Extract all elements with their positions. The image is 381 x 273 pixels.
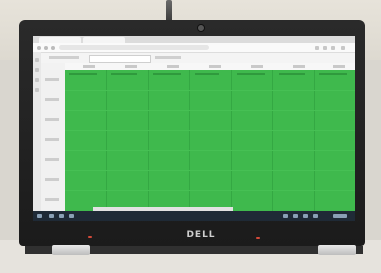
event-block — [69, 73, 97, 75]
clock — [333, 214, 347, 218]
event-block — [111, 73, 137, 75]
forward-icon — [44, 46, 48, 50]
day-label — [293, 65, 305, 68]
laptop-screen — [33, 36, 355, 221]
day-label — [333, 65, 345, 68]
hinge-left — [52, 245, 90, 255]
back-icon — [37, 46, 41, 50]
event-block — [153, 73, 181, 75]
indicator-light — [256, 237, 260, 239]
menu-icon — [341, 46, 345, 50]
day-header-row — [65, 63, 355, 70]
row-divider — [65, 150, 355, 151]
hinge-right — [318, 245, 356, 255]
browser-tab-strip — [33, 36, 355, 43]
time-label — [45, 198, 59, 201]
time-label — [45, 118, 59, 121]
sidebar-icon — [35, 88, 39, 92]
tray-icon — [293, 214, 298, 218]
event-block — [319, 73, 347, 75]
url-field — [59, 45, 209, 50]
taskbar-icon — [59, 214, 64, 218]
row-divider — [65, 190, 355, 191]
brand-logo: DELL — [186, 230, 216, 240]
address-bar — [33, 43, 355, 53]
sidebar-icon — [35, 78, 39, 82]
day-label — [251, 65, 263, 68]
day-label — [167, 65, 179, 68]
event-block — [279, 73, 305, 75]
row-divider — [65, 90, 355, 91]
time-label — [45, 98, 59, 101]
row-divider — [65, 170, 355, 171]
time-label — [45, 138, 59, 141]
app-sidebar — [33, 52, 41, 211]
toolbar-text — [155, 56, 181, 59]
start-icon — [37, 214, 42, 218]
day-label — [125, 65, 137, 68]
sidebar-icon — [35, 58, 39, 62]
extension-icon — [323, 46, 327, 50]
event-block — [237, 73, 265, 75]
time-label — [45, 178, 59, 181]
indicator-light — [88, 236, 92, 238]
tray-icon — [303, 214, 308, 218]
toolbar-text — [49, 56, 79, 59]
taskbar-icon — [49, 214, 54, 218]
taskbar — [33, 211, 355, 221]
time-label — [45, 78, 59, 81]
webcam-icon — [197, 24, 205, 32]
calendar-toolbar — [41, 53, 355, 63]
tray-icon — [283, 214, 288, 218]
row-divider — [65, 110, 355, 111]
refresh-icon — [51, 46, 55, 50]
view-dropdown — [89, 55, 151, 63]
extension-icon — [331, 46, 335, 50]
day-label — [209, 65, 221, 68]
calendar-grid-icon — [65, 70, 355, 211]
sidebar-icon — [35, 68, 39, 72]
tray-icon — [313, 214, 318, 218]
taskbar-icon — [69, 214, 74, 218]
day-label — [83, 65, 95, 68]
time-label — [45, 158, 59, 161]
row-divider — [65, 130, 355, 131]
event-block — [195, 73, 219, 75]
time-column — [41, 70, 65, 211]
extension-icon — [315, 46, 319, 50]
